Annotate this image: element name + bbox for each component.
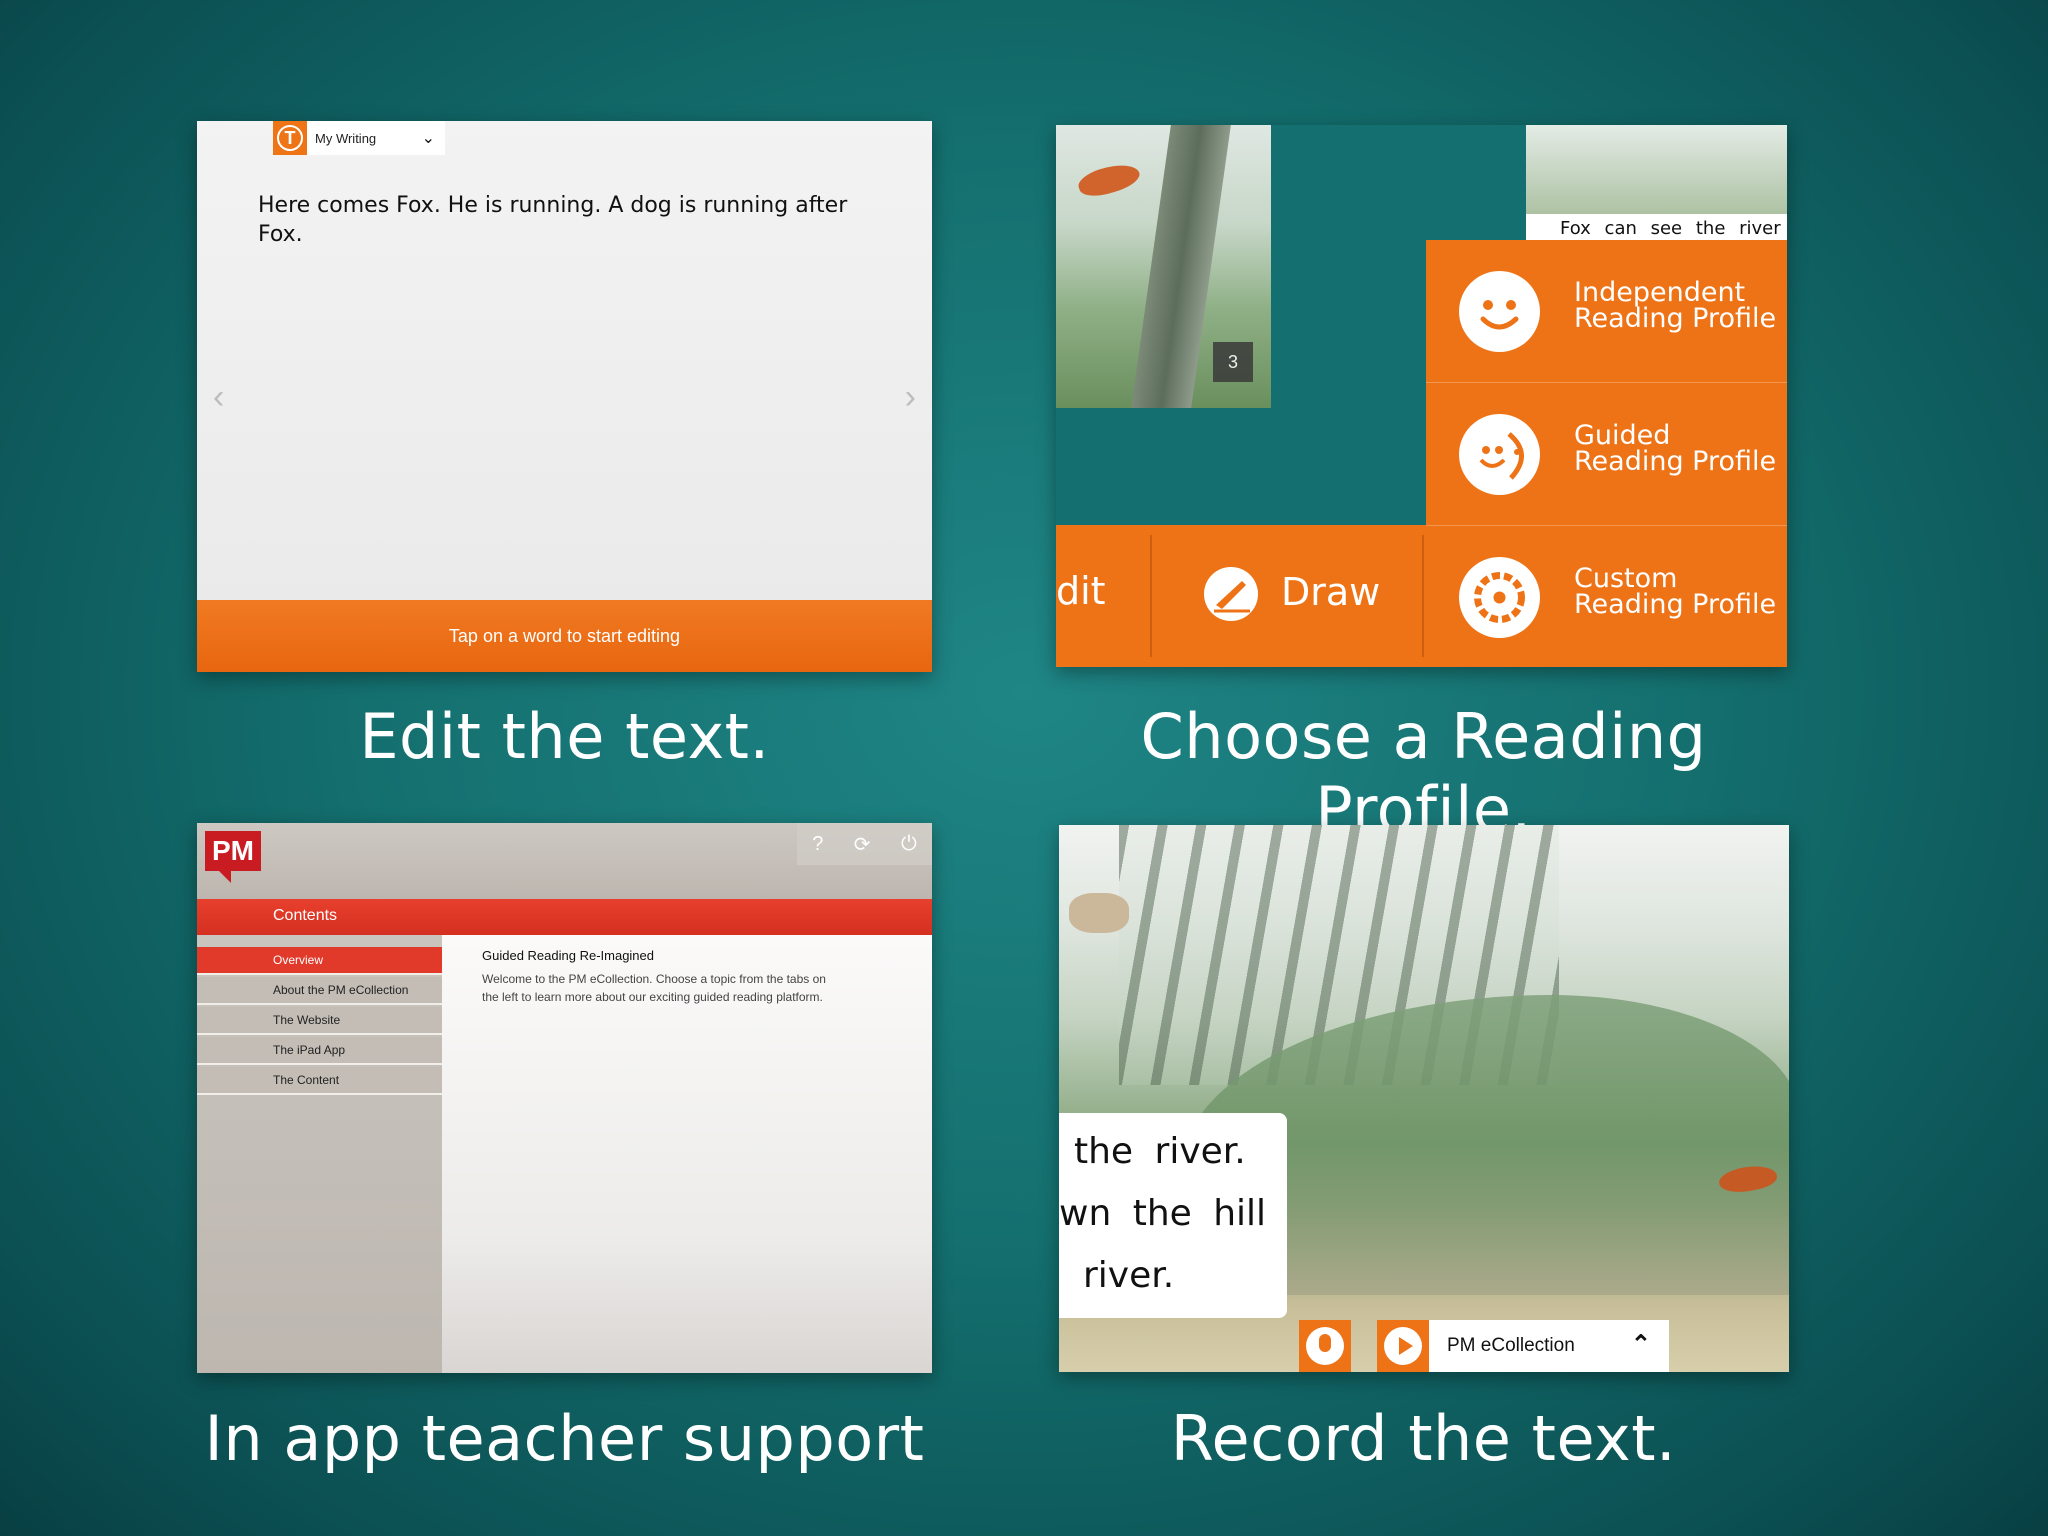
nav-item-about[interactable]: About the PM eCollection: [197, 977, 442, 1005]
edit-screenshot: T My Writing ⌄ Here comes Fox. He is run…: [197, 121, 932, 672]
toolbar-icons: ? ⟳ ⏻: [797, 823, 932, 865]
story-text[interactable]: Here comes Fox. He is running. A dog is …: [258, 191, 858, 249]
nav-item-website[interactable]: The Website: [197, 1007, 442, 1035]
book-illustration: 3: [1056, 125, 1271, 408]
menu-item-label: Guided Reading Profile: [1574, 420, 1777, 477]
nav-item-overview[interactable]: Overview: [197, 947, 442, 975]
menu-item-custom-profile[interactable]: Custom Reading Profile: [1426, 526, 1787, 667]
story-text-box: the river. wn the hill river.: [1059, 1113, 1287, 1318]
nav-item-ipad-app[interactable]: The iPad App: [197, 1037, 442, 1065]
content-title: Guided Reading Re-Imagined: [482, 948, 654, 963]
profile-screenshot: 3 Fox can see the river Independent Readi…: [1056, 125, 1787, 667]
microphone-icon: [1306, 1327, 1344, 1365]
play-icon: [1384, 1327, 1422, 1365]
reading-profile-menu: Independent Reading Profile Guided Reading…: [1426, 240, 1787, 667]
text-tool-badge[interactable]: T: [273, 121, 307, 155]
power-icon[interactable]: ⏻: [901, 833, 917, 856]
chevron-down-icon: ⌄: [421, 130, 435, 147]
app-header: PM ? ⟳ ⏻: [197, 823, 932, 899]
collection-selector[interactable]: PM eCollection ⌃: [1429, 1320, 1669, 1372]
tool-bar: dit Draw: [1056, 525, 1426, 667]
chevron-up-icon: ⌃: [1630, 1331, 1651, 1358]
divider: [1150, 535, 1152, 657]
next-page-icon[interactable]: ›: [905, 378, 916, 417]
page-number-badge: 3: [1213, 342, 1253, 382]
caption-teacher: In app teacher support: [204, 1402, 925, 1475]
content-pane: Guided Reading Re-Imagined Welcome to th…: [442, 935, 932, 1373]
nav-item-content[interactable]: The Content: [197, 1067, 442, 1095]
help-icon[interactable]: ?: [812, 833, 823, 856]
story-line[interactable]: river.: [1083, 1255, 1174, 1296]
fox-illustration: [1075, 158, 1143, 202]
draw-icon: [1204, 567, 1258, 621]
contents-bar: Contents: [197, 899, 932, 935]
edit-button-fragment[interactable]: dit: [1056, 569, 1106, 613]
teacher-support-screenshot: PM ? ⟳ ⏻ Contents Overview About the PM …: [197, 823, 932, 1373]
menu-item-guided-profile[interactable]: Guided Reading Profile: [1426, 383, 1787, 526]
contents-title: Contents: [273, 907, 338, 924]
collection-label: PM eCollection: [1447, 1335, 1575, 1356]
caption-edit: Edit the text.: [359, 700, 770, 773]
caption-record: Record the text.: [1170, 1402, 1677, 1475]
menu-item-independent-profile[interactable]: Independent Reading Profile: [1426, 240, 1787, 383]
book-page-thumbnail: Fox can see the river: [1526, 125, 1787, 240]
smiley-icon: [1459, 271, 1540, 352]
play-button[interactable]: [1377, 1320, 1429, 1372]
document-dropdown-label: My Writing: [315, 130, 377, 146]
menu-item-label: Independent Reading Profile: [1574, 277, 1777, 334]
gear-icon: [1459, 557, 1540, 638]
story-line[interactable]: wn the hill: [1059, 1193, 1266, 1234]
pm-logo: PM: [205, 831, 261, 883]
sync-icon[interactable]: ⟳: [854, 832, 871, 857]
record-button[interactable]: [1299, 1320, 1351, 1372]
text-tool-icon: T: [277, 125, 303, 151]
contents-sidebar: Overview About the PM eCollection The We…: [197, 935, 442, 1373]
edit-hint-bar: Tap on a word to start editing: [197, 600, 932, 672]
record-screenshot: the river. wn the hill river. PM eCollec…: [1059, 825, 1789, 1372]
story-line[interactable]: the river.: [1074, 1131, 1246, 1172]
book-text-fragment: Fox can see the river: [1526, 214, 1787, 240]
document-dropdown[interactable]: My Writing ⌄: [307, 121, 445, 155]
previous-page-icon[interactable]: ‹: [213, 378, 224, 417]
divider: [1422, 535, 1424, 657]
dog-illustration: [1069, 893, 1129, 933]
content-body: Welcome to the PM eCollection. Choose a …: [482, 972, 826, 1004]
two-faces-icon: [1459, 414, 1540, 495]
menu-item-label: Custom Reading Profile: [1574, 563, 1777, 620]
edit-hint-text: Tap on a word to start editing: [448, 626, 681, 646]
draw-button[interactable]: Draw: [1281, 570, 1380, 614]
